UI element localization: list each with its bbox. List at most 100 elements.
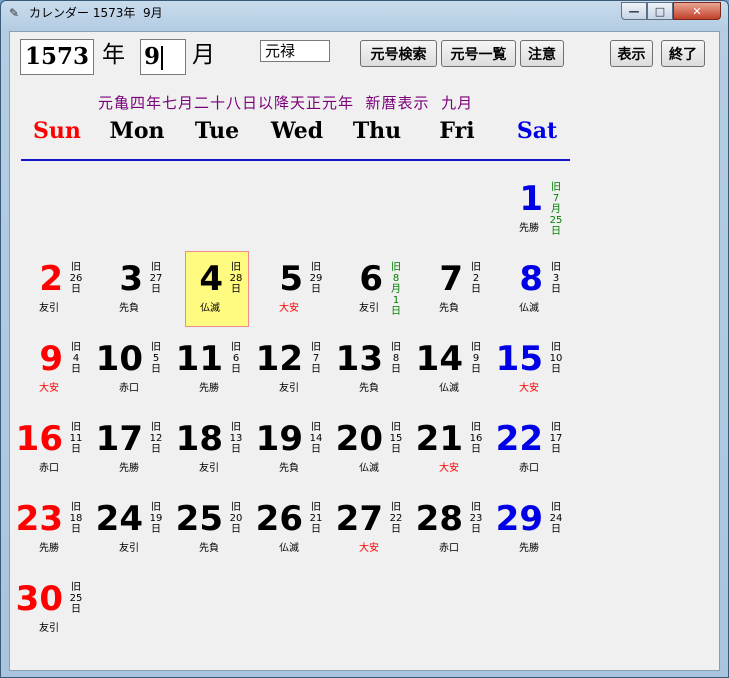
day-cell[interactable]: 18 旧 13 日友引 (176, 411, 249, 487)
day-cell[interactable]: 28 旧 23 日赤口 (416, 491, 489, 567)
era-search-button[interactable]: 元号検索 (360, 40, 437, 67)
day-cell[interactable]: 16 旧 11 日赤口 (16, 411, 89, 487)
day-cell[interactable]: 5 旧 29 日大安 (265, 251, 329, 327)
day-cell[interactable]: 6 旧 8 月 1 日友引 (345, 251, 409, 327)
window-title: カレンダー 1573年 9月 (29, 6, 163, 20)
old-date-part: 2 (472, 273, 480, 284)
day-number: 14 (415, 339, 463, 379)
old-date-part: 日 (391, 524, 401, 535)
day-cell[interactable]: 7 旧 2 日先負 (425, 251, 489, 327)
old-calendar-date: 旧 17 日 (549, 422, 563, 455)
day-cell[interactable]: 3 旧 27 日先負 (105, 251, 169, 327)
day-cell[interactable]: 13 旧 8 日先負 (336, 331, 409, 407)
old-date-part: 日 (151, 524, 161, 535)
day-cell[interactable]: 20 旧 15 日仏滅 (336, 411, 409, 487)
old-date-part: 旧 (71, 262, 81, 273)
old-calendar-date: 旧 15 日 (389, 422, 403, 455)
notice-button[interactable]: 注意 (520, 40, 564, 67)
day-number: 19 (255, 419, 303, 459)
client-area: 1573 年 9 月 元禄 元号検索 元号一覧 注意 表示 終了 元亀四年七月二… (9, 31, 720, 671)
day-cell[interactable]: 26 旧 21 日仏滅 (256, 491, 329, 567)
day-cell[interactable]: 19 旧 14 日先負 (256, 411, 329, 487)
day-cell[interactable]: 24 旧 19 日友引 (96, 491, 169, 567)
close-button[interactable]: ✕ (673, 2, 721, 20)
day-cell[interactable]: 14 旧 9 日仏滅 (416, 331, 489, 407)
day-cell[interactable]: 15 旧 10 日大安 (496, 331, 569, 407)
old-date-part: 17 (549, 433, 563, 444)
rokuyo-label: 先勝 (199, 383, 219, 394)
day-cell[interactable]: 30 旧 25 日友引 (16, 571, 89, 647)
old-date-part: 旧 (471, 262, 481, 273)
era-input[interactable]: 元禄 (260, 40, 330, 62)
year-value: 1573 (25, 43, 90, 70)
old-date-part: 日 (551, 284, 561, 295)
day-number: 27 (335, 499, 383, 539)
day-cell[interactable]: 21 旧 16 日大安 (416, 411, 489, 487)
old-date-part: 8 (392, 273, 400, 284)
minimize-button[interactable]: — (621, 2, 647, 20)
old-date-part: 日 (551, 524, 561, 535)
day-number: 10 (95, 339, 143, 379)
day-cell[interactable]: 1 旧 7 月 25 日先勝 (505, 171, 569, 247)
rokuyo-label: 仏滅 (359, 463, 379, 474)
era-value: 元禄 (265, 42, 296, 60)
old-date-part: 日 (71, 604, 81, 615)
era-banner: 元亀四年七月二十八日以降天正元年 新暦表示 九月 (98, 94, 474, 112)
title-bar[interactable]: ✎ カレンダー 1573年 9月 — □ ✕ (1, 1, 728, 27)
day-cell[interactable]: 10 旧 5 日赤口 (96, 331, 169, 407)
day-number: 20 (335, 419, 383, 459)
weekday-sat: Sat (516, 118, 558, 144)
day-cell[interactable]: 29 旧 24 日先勝 (496, 491, 569, 567)
old-calendar-date: 旧 26 日 (69, 262, 83, 295)
old-date-part: 旧 (71, 502, 81, 513)
day-cell[interactable]: 25 旧 20 日先負 (176, 491, 249, 567)
old-date-part: 日 (231, 444, 241, 455)
app-feather-icon: ✎ (9, 6, 20, 20)
old-date-part: 旧 (231, 262, 241, 273)
day-number: 12 (255, 339, 303, 379)
old-date-part: 6 (232, 353, 240, 364)
old-calendar-date: 旧 25 日 (69, 582, 83, 615)
old-calendar-date: 旧 23 日 (469, 502, 483, 535)
rokuyo-label: 大安 (39, 383, 59, 394)
rokuyo-label: 赤口 (39, 463, 59, 474)
day-cell[interactable]: 11 旧 6 日先勝 (176, 331, 249, 407)
old-date-part: 4 (72, 353, 80, 364)
old-date-part: 旧 (551, 182, 561, 193)
day-number: 6 (359, 259, 383, 299)
old-date-part: 日 (231, 524, 241, 535)
day-number: 2 (39, 259, 63, 299)
old-date-part: 旧 (71, 342, 81, 353)
maximize-button[interactable]: □ (647, 2, 673, 20)
day-cell[interactable]: 9 旧 4 日大安 (25, 331, 89, 407)
day-number: 15 (495, 339, 543, 379)
old-calendar-date: 旧 11 日 (69, 422, 83, 455)
old-date-part: 旧 (311, 502, 321, 513)
old-calendar-date: 旧 28 日 (229, 262, 243, 295)
rokuyo-label: 先勝 (519, 223, 539, 234)
old-date-part: 10 (549, 353, 563, 364)
old-date-part: 23 (469, 513, 483, 524)
old-date-part: 旧 (551, 262, 561, 273)
day-cell[interactable]: 22 旧 17 日赤口 (496, 411, 569, 487)
rokuyo-label: 赤口 (119, 383, 139, 394)
rokuyo-label: 先負 (199, 543, 219, 554)
exit-button[interactable]: 終了 (661, 40, 705, 67)
day-cell[interactable]: 17 旧 12 日先勝 (96, 411, 169, 487)
day-cell[interactable]: 23 旧 18 日先勝 (16, 491, 89, 567)
day-cell-selected[interactable]: 4 旧 28 日仏滅 (185, 251, 249, 327)
old-date-part: 7 (312, 353, 320, 364)
year-input[interactable]: 1573 (20, 39, 94, 75)
era-list-button[interactable]: 元号一覧 (441, 40, 516, 67)
day-number: 21 (415, 419, 463, 459)
show-button[interactable]: 表示 (610, 40, 653, 67)
day-cell[interactable]: 2 旧 26 日友引 (25, 251, 89, 327)
old-date-part: 旧 (551, 422, 561, 433)
minimize-icon: — (628, 4, 640, 18)
day-cell[interactable]: 27 旧 22 日大安 (336, 491, 409, 567)
day-number: 13 (335, 339, 383, 379)
month-input[interactable]: 9 (140, 39, 186, 75)
maximize-icon: □ (654, 4, 666, 18)
day-cell[interactable]: 12 旧 7 日友引 (256, 331, 329, 407)
day-cell[interactable]: 8 旧 3 日仏滅 (505, 251, 569, 327)
